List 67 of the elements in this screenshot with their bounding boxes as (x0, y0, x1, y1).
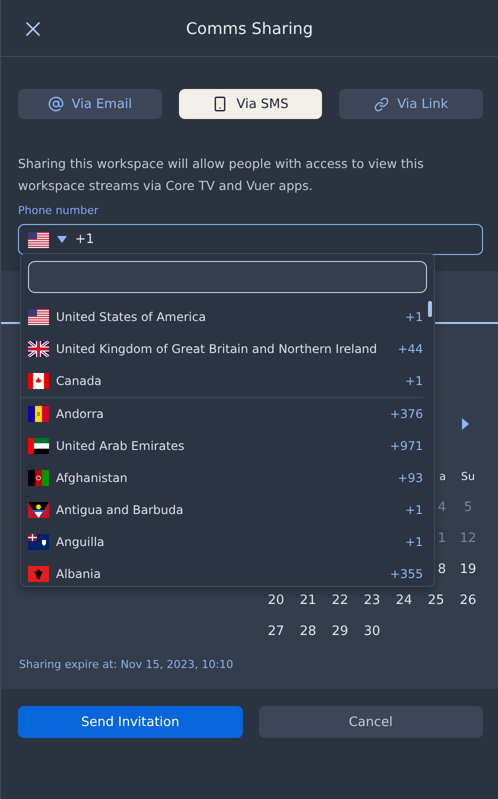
flag-icon (28, 309, 49, 325)
share-tab[interactable]: Via Link (339, 89, 484, 119)
country-option[interactable]: Antigua and Barbuda +1 (28, 494, 427, 526)
calendar-day[interactable]: 28 (292, 616, 324, 647)
search-field[interactable] (28, 261, 427, 293)
dial-code: +376 (390, 407, 423, 421)
flag-icon (28, 566, 49, 582)
country-option[interactable]: United Arab Emirates +971 (28, 430, 427, 462)
dial-code: +1 (405, 310, 423, 324)
calendar-day[interactable]: 19 (452, 554, 484, 585)
dial-code: +93 (398, 471, 423, 485)
country-option[interactable]: Canada +1 (28, 365, 427, 397)
dial-code: +44 (398, 342, 423, 356)
calendar-day[interactable]: 30 (356, 616, 388, 647)
scrollbar-thumb[interactable] (428, 301, 432, 317)
country-option[interactable]: United Kingdom of Great Britain and Northern Ireland +44 (28, 333, 427, 365)
dial-code: +1 (405, 374, 423, 388)
flag-icon (28, 406, 49, 422)
dial-code: +971 (390, 439, 423, 453)
country-option[interactable]: Albania +355 (28, 558, 427, 586)
country-option[interactable]: Anguilla +1 (28, 526, 427, 558)
calendar-day[interactable]: 21 (292, 585, 324, 616)
calendar-day[interactable]: 25 (420, 585, 452, 616)
flag-icon (28, 232, 49, 248)
expiry-text: Sharing expire at: Nov 15, 2023, 10:10 (19, 658, 234, 671)
link-icon (374, 96, 390, 112)
field-label: Phone number (18, 204, 100, 217)
country-name: Albania (56, 567, 102, 581)
flag-icon (28, 341, 49, 357)
at-sign-icon (48, 96, 64, 112)
weekday-label: a (438, 469, 447, 485)
flag-icon (28, 502, 49, 518)
calendar-day[interactable]: 22 (324, 585, 356, 616)
cancel-button[interactable]: Cancel (258, 706, 483, 738)
country-name: Afghanistan (56, 471, 128, 485)
dial-code: +355 (390, 567, 423, 581)
flag-icon (28, 438, 49, 454)
share-tab[interactable]: Via SMS (178, 89, 322, 119)
country-name: Anguilla (56, 535, 106, 549)
country-name: Antigua and Barbuda (56, 503, 184, 517)
country-name: Canada (56, 374, 103, 388)
phone-value: +1 (75, 232, 94, 247)
dial-code: +1 (405, 503, 423, 517)
weekday-label: Su (460, 469, 476, 485)
country-option[interactable]: United States of America +1 (28, 301, 427, 333)
calendar-day[interactable]: 23 (356, 585, 388, 616)
country-name: United Arab Emirates (56, 439, 186, 453)
flag-icon (28, 534, 49, 550)
country-option[interactable]: Afghanistan +93 (28, 462, 427, 494)
country-option[interactable]: Andorra +376 (28, 398, 427, 430)
calendar-day[interactable]: 24 (388, 585, 420, 616)
flag-icon (28, 373, 49, 389)
flag-icon (28, 470, 49, 486)
dial-code: +1 (405, 535, 423, 549)
calendar-day[interactable]: 26 (452, 585, 484, 616)
country-name: United States of America (56, 310, 207, 324)
send-button[interactable]: Send Invitation (18, 706, 242, 738)
description-text: Sharing this workspace will allow people with access to view this workspace streams via Core TV and Vuer apps. (18, 155, 425, 195)
calendar-day[interactable]: 27 (260, 616, 292, 647)
caret-icon[interactable] (57, 236, 67, 243)
country-name: United Kingdom of Great Britain and Northern Ireland (56, 342, 378, 356)
dialog-title: Comms Sharing (186, 18, 313, 38)
calendar-day[interactable]: 20 (260, 585, 292, 616)
next-month-button[interactable] (461, 418, 471, 430)
country-name: Andorra (56, 407, 105, 421)
share-tab[interactable]: Via Email (18, 89, 162, 119)
calendar-day[interactable]: 29 (324, 616, 356, 647)
